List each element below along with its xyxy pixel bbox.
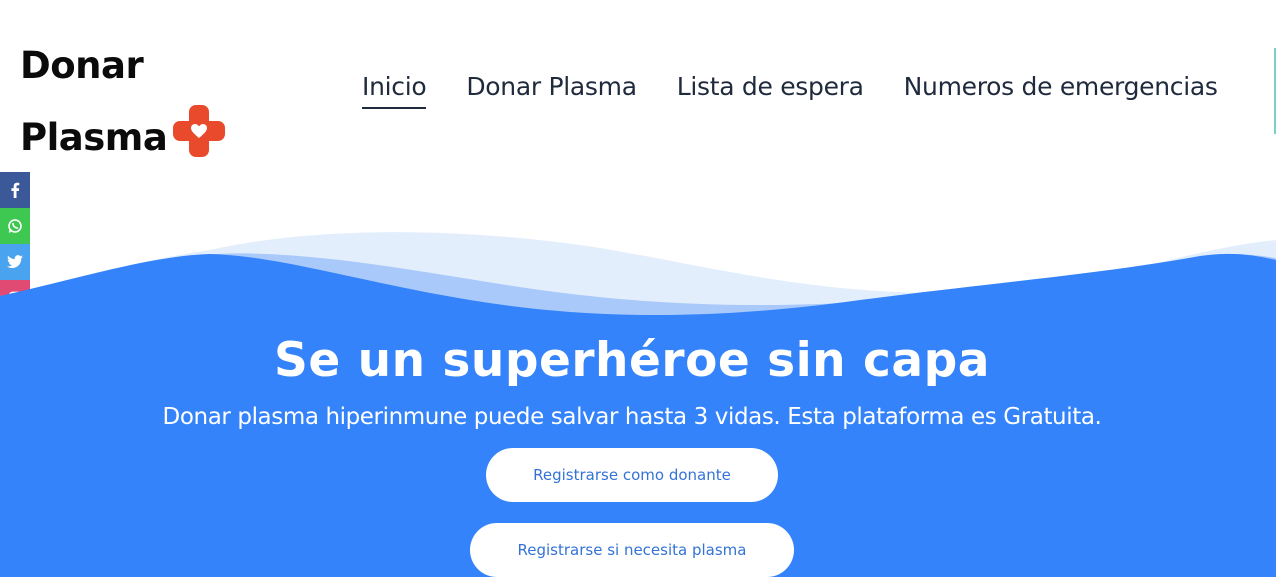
hero-wave-decoration bbox=[0, 232, 1276, 330]
hero-subtitle: Donar plasma hiperinmune puede salvar ha… bbox=[162, 404, 1102, 430]
logo-text-line2: Plasma bbox=[20, 116, 168, 159]
nav-numeros-de-emergencias[interactable]: Numeros de emergencias bbox=[904, 72, 1218, 109]
nav-donar-plasma[interactable]: Donar Plasma bbox=[466, 72, 637, 109]
facebook-icon[interactable] bbox=[0, 172, 30, 208]
register-donor-button[interactable]: Registrarse como donante bbox=[486, 448, 778, 502]
medical-cross-heart-icon bbox=[173, 105, 226, 157]
nav-inicio[interactable]: Inicio bbox=[362, 72, 427, 109]
main-navigation: Inicio Donar Plasma Lista de espera Nume… bbox=[362, 72, 1218, 109]
nav-lista-de-espera[interactable]: Lista de espera bbox=[677, 72, 864, 109]
hero-title: Se un superhéroe sin capa bbox=[274, 333, 990, 388]
logo-text-line1: Donar bbox=[20, 44, 144, 87]
register-need-plasma-button[interactable]: Registrarse si necesita plasma bbox=[470, 523, 794, 577]
site-logo[interactable]: Donar Plasma bbox=[20, 30, 250, 174]
